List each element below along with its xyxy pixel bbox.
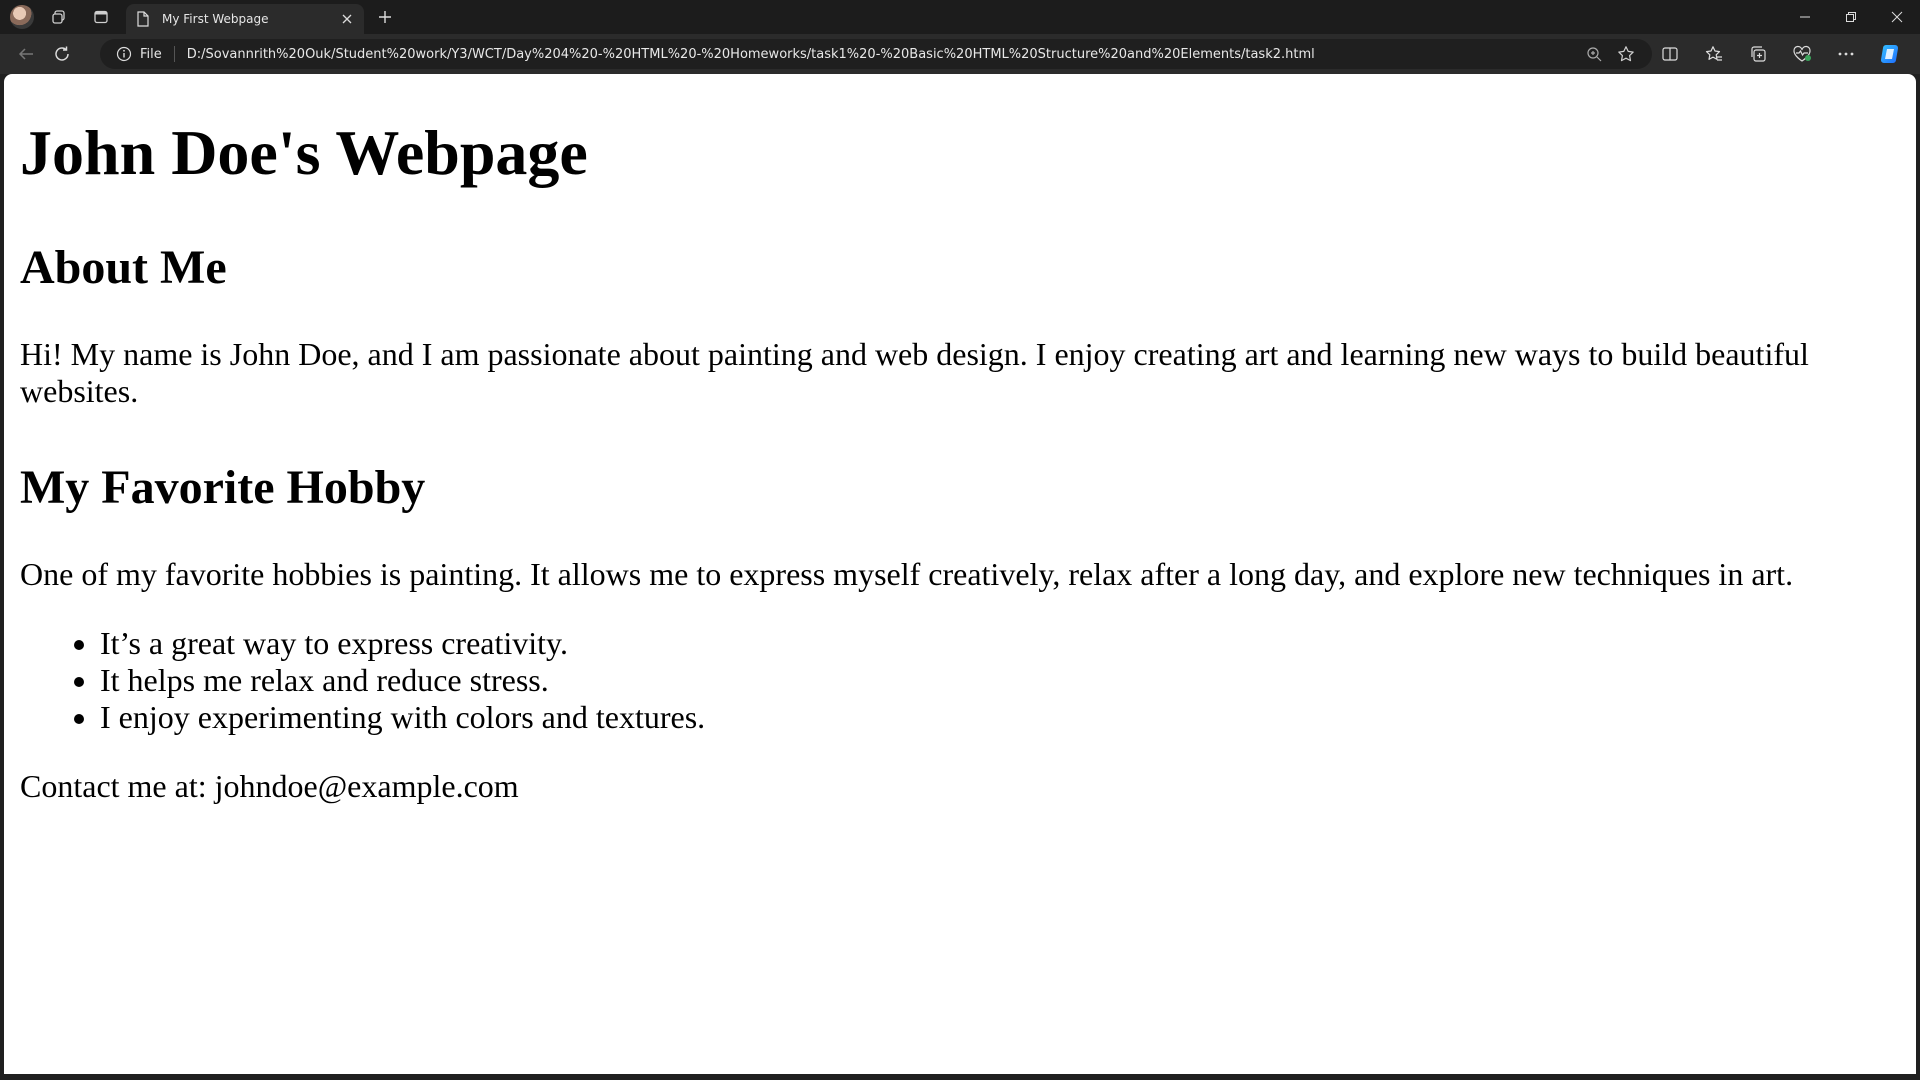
- favorites-icon: [1705, 46, 1722, 61]
- restore-icon: [1846, 12, 1856, 22]
- list-item: I enjoy experimenting with colors and te…: [100, 699, 1900, 736]
- close-button[interactable]: [1874, 0, 1920, 34]
- tab-close-icon[interactable]: [340, 12, 354, 26]
- close-icon: [1891, 11, 1903, 23]
- more-button[interactable]: [1824, 38, 1868, 70]
- site-info-button[interactable]: File: [116, 46, 162, 62]
- add-favorite-button[interactable]: [1610, 40, 1642, 68]
- info-icon: [116, 46, 132, 62]
- address-bar-actions: [1578, 40, 1642, 68]
- about-heading: About Me: [20, 241, 227, 294]
- document-icon: [136, 11, 150, 27]
- hobby-reasons-list: It’s a great way to express creativity. …: [20, 625, 1900, 736]
- vertical-tabs-icon[interactable]: [84, 2, 118, 32]
- url-text[interactable]: D:/Sovannrith%20Ouk/Student%20work/Y3/WC…: [187, 47, 1578, 62]
- plus-icon: [379, 11, 391, 23]
- title-bar: My First Webpage: [0, 0, 1920, 34]
- page-viewport: John Doe's Webpage About Me Hi! My name …: [4, 74, 1916, 1074]
- page-content: John Doe's Webpage About Me Hi! My name …: [4, 116, 1916, 805]
- copilot-icon: [1880, 44, 1899, 64]
- hobby-heading: My Favorite Hobby: [20, 461, 426, 514]
- list-item: It helps me relax and reduce stress.: [100, 662, 1900, 699]
- window-controls: [1782, 0, 1920, 34]
- page-heading: John Doe's Webpage: [20, 117, 588, 188]
- split-screen-icon: [1662, 47, 1678, 61]
- star-icon: [1618, 46, 1634, 62]
- contact-text: Contact me at: johndoe@example.com: [20, 768, 519, 804]
- browser-essentials-button[interactable]: [1780, 38, 1824, 70]
- copilot-button[interactable]: [1868, 38, 1912, 70]
- profile-avatar-icon[interactable]: [10, 5, 34, 29]
- zoom-icon: [1587, 47, 1602, 62]
- address-bar[interactable]: File D:/Sovannrith%20Ouk/Student%20work/…: [100, 39, 1652, 69]
- new-tab-button[interactable]: [370, 2, 400, 32]
- site-info-label: File: [140, 46, 162, 62]
- refresh-icon: [55, 46, 69, 61]
- list-item: It’s a great way to express creativity.: [100, 625, 1900, 662]
- hobby-text: One of my favorite hobbies is painting. …: [20, 556, 1794, 592]
- collections-button[interactable]: [1736, 38, 1780, 70]
- about-text: Hi! My name is John Doe, and I am passio…: [20, 336, 1809, 409]
- heart-pulse-icon: [1793, 45, 1811, 62]
- zoom-button[interactable]: [1578, 40, 1610, 68]
- refresh-button[interactable]: [44, 38, 80, 70]
- favorites-button[interactable]: [1692, 38, 1736, 70]
- restore-button[interactable]: [1828, 0, 1874, 34]
- minimize-icon: [1800, 16, 1810, 18]
- tab-title: My First Webpage: [162, 12, 269, 26]
- tab-my-first-webpage[interactable]: My First Webpage: [126, 4, 364, 34]
- minimize-button[interactable]: [1782, 0, 1828, 34]
- split-screen-button[interactable]: [1648, 38, 1692, 70]
- browser-tools: [1648, 38, 1912, 70]
- back-button[interactable]: [8, 38, 44, 70]
- more-icon: [1838, 52, 1854, 56]
- address-separator: [173, 46, 175, 62]
- back-arrow-icon: [18, 48, 33, 60]
- collections-icon: [1751, 46, 1766, 62]
- browser-toolbar: File D:/Sovannrith%20Ouk/Student%20work/…: [0, 34, 1920, 74]
- workspaces-icon[interactable]: [42, 2, 76, 32]
